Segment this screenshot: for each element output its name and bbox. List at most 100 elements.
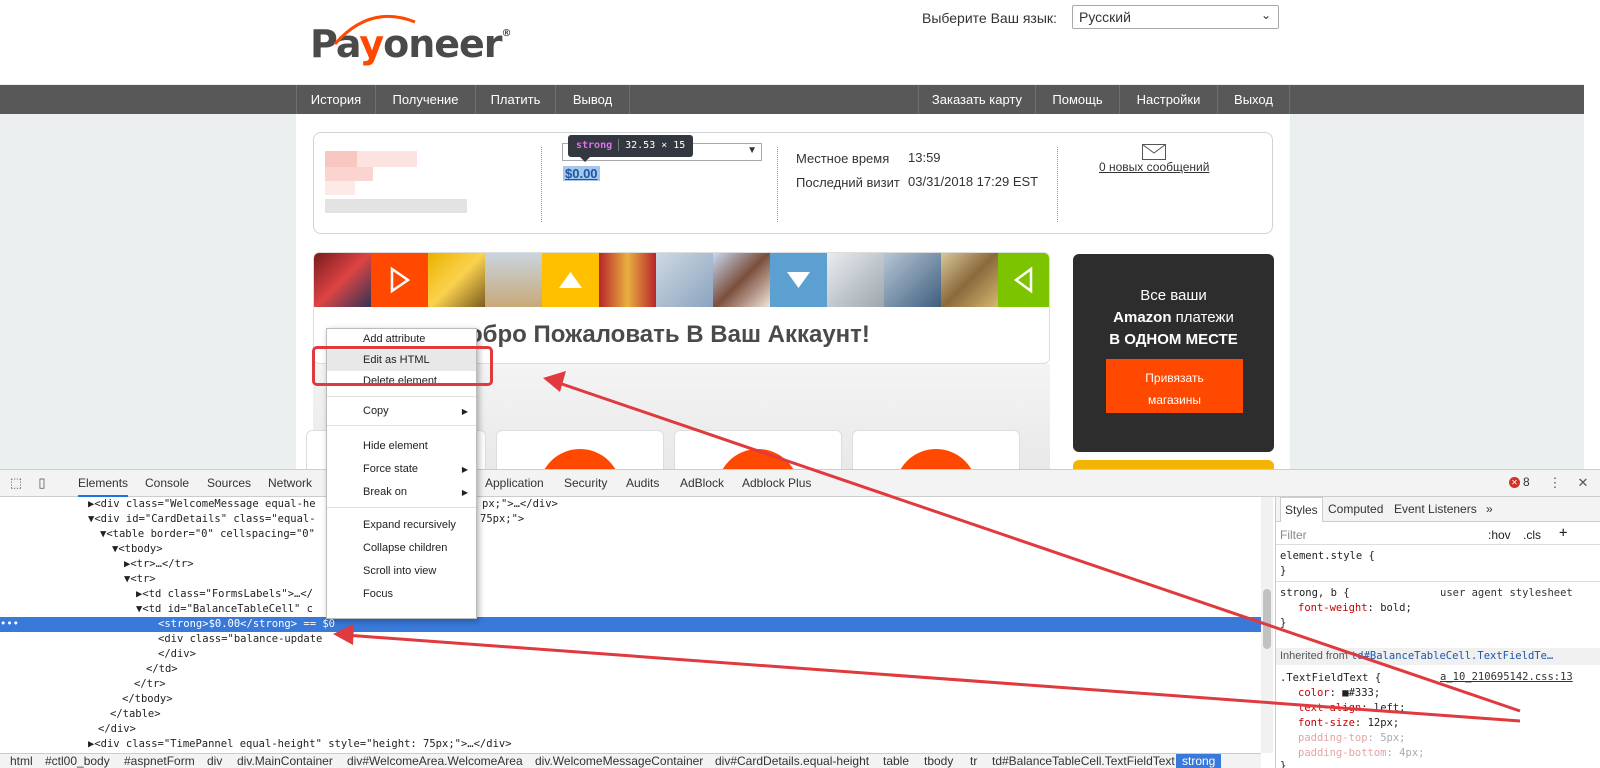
dom-node[interactable]: ▼<tbody> bbox=[0, 542, 1261, 557]
tab-console[interactable]: Console bbox=[145, 470, 189, 497]
dom-node[interactable]: ▶<tr>…</tr> bbox=[0, 557, 1261, 572]
tab-elements[interactable]: Elements bbox=[78, 470, 129, 497]
link-stores-button[interactable]: Привязать магазины bbox=[1106, 359, 1243, 413]
menu-expand-recursively[interactable]: Expand recursively bbox=[327, 515, 476, 536]
dom-node[interactable]: </td> bbox=[0, 662, 1261, 677]
nav-help[interactable]: Помощь bbox=[1036, 85, 1120, 114]
dom-node[interactable]: ▼<div id="CardDetails" class="equal- 75px… bbox=[0, 512, 1261, 527]
crumb-main-container[interactable]: div.MainContainer bbox=[237, 754, 333, 768]
tile-up bbox=[542, 253, 599, 307]
cls-toggle[interactable]: .cls bbox=[1523, 528, 1541, 543]
crumb-tbody[interactable]: tbody bbox=[924, 754, 953, 768]
menu-break-on[interactable]: Break on ▶ bbox=[327, 482, 476, 503]
more-tabs-icon[interactable]: » bbox=[1486, 497, 1493, 522]
crumb-div[interactable]: div bbox=[207, 754, 222, 768]
rule-prop-padding-bottom[interactable]: padding-bottom: 4px; bbox=[1298, 746, 1424, 761]
crumb-table[interactable]: table bbox=[883, 754, 909, 768]
language-select-value: Русский bbox=[1079, 9, 1131, 25]
tab-adblock[interactable]: AdBlock bbox=[680, 470, 724, 497]
rule-prop-color[interactable]: color: ■#333; bbox=[1298, 686, 1380, 701]
crumb-tr[interactable]: tr bbox=[970, 754, 977, 768]
crumb-welcome-container[interactable]: div.WelcomeMessageContainer bbox=[535, 754, 703, 768]
crumb-strong[interactable]: strong bbox=[1176, 754, 1222, 768]
menu-hide-element[interactable]: Hide element bbox=[327, 436, 476, 457]
menu-separator bbox=[327, 507, 476, 508]
balance-value[interactable]: $0.00 bbox=[563, 166, 600, 181]
dom-node-selected[interactable]: ••• <strong>$0.00</strong> == $0 bbox=[0, 617, 1261, 632]
dom-node[interactable]: ▼<tr> bbox=[0, 572, 1261, 587]
nav-pay[interactable]: Платить bbox=[476, 85, 556, 114]
dom-scrollbar[interactable] bbox=[1261, 497, 1273, 753]
inspect-cursor-icon[interactable]: ⬚ bbox=[8, 475, 24, 491]
rule-prop-font-size[interactable]: font-size: 12px; bbox=[1298, 716, 1399, 731]
tab-computed[interactable]: Computed bbox=[1328, 497, 1383, 522]
envelope-icon[interactable] bbox=[1142, 144, 1166, 160]
rule-prop-padding-top[interactable]: padding-top: 5px; bbox=[1298, 731, 1406, 746]
dom-node[interactable]: ▶<td class="FormsLabels">…</ bbox=[0, 587, 1261, 602]
dom-node[interactable]: ▼<table border="0" cellspacing="0" bbox=[0, 527, 1261, 542]
styles-filter-input[interactable]: Filter bbox=[1280, 528, 1307, 543]
dom-node-text: ▶<tr>…</tr> bbox=[124, 558, 194, 570]
dom-node[interactable]: </table> bbox=[0, 707, 1261, 722]
crumb-html[interactable]: html bbox=[10, 754, 33, 768]
messages-link[interactable]: 0 новых сообщений bbox=[1099, 160, 1209, 174]
rule-selector-textfield[interactable]: .TextFieldText { bbox=[1280, 671, 1381, 686]
add-rule-icon[interactable]: + bbox=[1559, 526, 1567, 541]
dom-node[interactable]: </div> bbox=[0, 647, 1261, 662]
tile-down bbox=[770, 253, 827, 307]
language-select[interactable]: Русский ⌄ bbox=[1072, 5, 1279, 29]
rule-prop-text-align[interactable]: text-align: left; bbox=[1298, 701, 1405, 716]
dom-node[interactable]: </div> bbox=[0, 722, 1261, 737]
tile-dolls bbox=[599, 253, 656, 307]
crumb-welcome-area[interactable]: div#WelcomeArea.WelcomeArea bbox=[347, 754, 523, 768]
prop-value: left; bbox=[1373, 702, 1406, 714]
rule-source-link[interactable]: a_10_210695142.css:13 bbox=[1440, 671, 1573, 683]
tile-money bbox=[941, 253, 998, 307]
crumb-body[interactable]: #ctl00_body bbox=[45, 754, 110, 768]
menu-scroll-into-view[interactable]: Scroll into view bbox=[327, 561, 476, 582]
menu-force-state[interactable]: Force state ▶ bbox=[327, 459, 476, 480]
crumb-card-details[interactable]: div#CardDetails.equal-height bbox=[715, 754, 869, 768]
tab-sources[interactable]: Sources bbox=[207, 470, 251, 497]
inherited-selector[interactable]: td#BalanceTableCell.TextFieldTe… bbox=[1351, 650, 1553, 662]
tab-security[interactable]: Security bbox=[564, 470, 607, 497]
nav-logout[interactable]: Выход bbox=[1218, 85, 1290, 114]
menu-copy[interactable]: Copy ▶ bbox=[327, 401, 476, 422]
crumb-form[interactable]: #aspnetForm bbox=[124, 754, 195, 768]
tab-audits[interactable]: Audits bbox=[626, 470, 659, 497]
annotation-highlight-box bbox=[312, 346, 493, 386]
nav-order-card[interactable]: Заказать карту bbox=[918, 85, 1036, 114]
tab-event-listeners[interactable]: Event Listeners bbox=[1394, 497, 1477, 522]
menu-collapse-children[interactable]: Collapse children bbox=[327, 538, 476, 559]
element-style-rule[interactable]: element.style { bbox=[1280, 549, 1375, 564]
nav-receive[interactable]: Получение bbox=[376, 85, 476, 114]
amazon-promo: Все ваши Amazon платежи В ОДНОМ МЕСТЕ Пр… bbox=[1073, 254, 1274, 452]
menu-label: Copy bbox=[363, 405, 389, 417]
tab-application[interactable]: Application bbox=[485, 470, 544, 497]
error-count[interactable]: 8 bbox=[1523, 475, 1530, 489]
tab-styles[interactable]: Styles bbox=[1280, 497, 1323, 522]
dom-node[interactable]: <div class="balance-update bbox=[0, 632, 1261, 647]
nav-settings[interactable]: Настройки bbox=[1120, 85, 1218, 114]
kebab-menu-icon[interactable]: ⋮ bbox=[1547, 475, 1563, 491]
dom-node[interactable]: ▼<td id="BalanceTableCell" c bbox=[0, 602, 1261, 617]
dom-node[interactable]: ▶<div class="TimePannel equal-height" st… bbox=[0, 737, 1261, 752]
device-toolbar-icon[interactable]: ▯ bbox=[34, 475, 50, 491]
rule-prop-font-weight[interactable]: font-weight: bold; bbox=[1298, 601, 1412, 616]
rule-close: } bbox=[1280, 565, 1287, 577]
tab-network[interactable]: Network bbox=[268, 470, 312, 497]
crumb-balance-cell[interactable]: td#BalanceTableCell.TextFieldText bbox=[992, 754, 1175, 768]
dom-node[interactable]: ▶<div class="WelcomeMessage equal-he px;"… bbox=[0, 497, 1261, 512]
close-icon[interactable]: ✕ bbox=[1575, 475, 1591, 491]
nav-withdraw[interactable]: Вывод bbox=[556, 85, 630, 114]
dom-scrollbar-thumb[interactable] bbox=[1263, 589, 1271, 649]
rule-selector-strong[interactable]: strong, b { bbox=[1280, 586, 1350, 601]
tab-adblock-plus[interactable]: Adblock Plus bbox=[742, 470, 811, 497]
submenu-arrow-icon: ▶ bbox=[461, 465, 468, 474]
hov-toggle[interactable]: :hov bbox=[1488, 528, 1511, 543]
dom-node[interactable]: </tr> bbox=[0, 677, 1261, 692]
tile-pyramids bbox=[485, 253, 542, 307]
nav-history[interactable]: История bbox=[296, 85, 376, 114]
dom-node[interactable]: </tbody> bbox=[0, 692, 1261, 707]
menu-focus[interactable]: Focus bbox=[327, 584, 476, 605]
